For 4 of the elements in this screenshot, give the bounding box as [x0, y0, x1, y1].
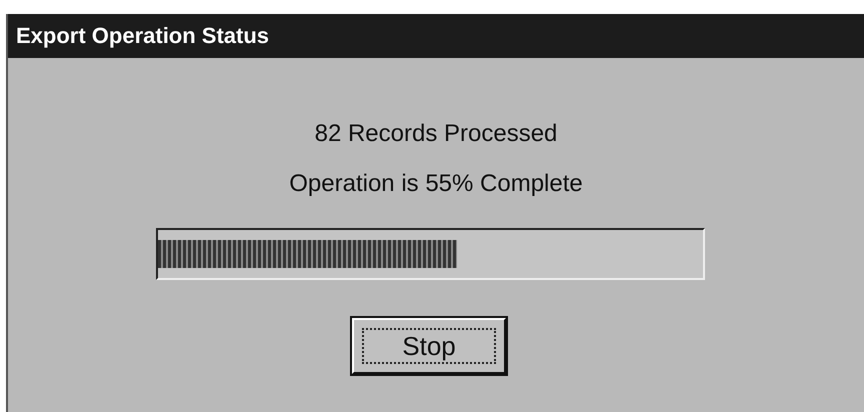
stop-button[interactable]: Stop: [352, 318, 506, 374]
status-text: Operation is 55% Complete: [289, 169, 583, 199]
status-text: 82 Records Processed: [314, 119, 558, 149]
window-title: Export Operation Status: [8, 14, 864, 58]
